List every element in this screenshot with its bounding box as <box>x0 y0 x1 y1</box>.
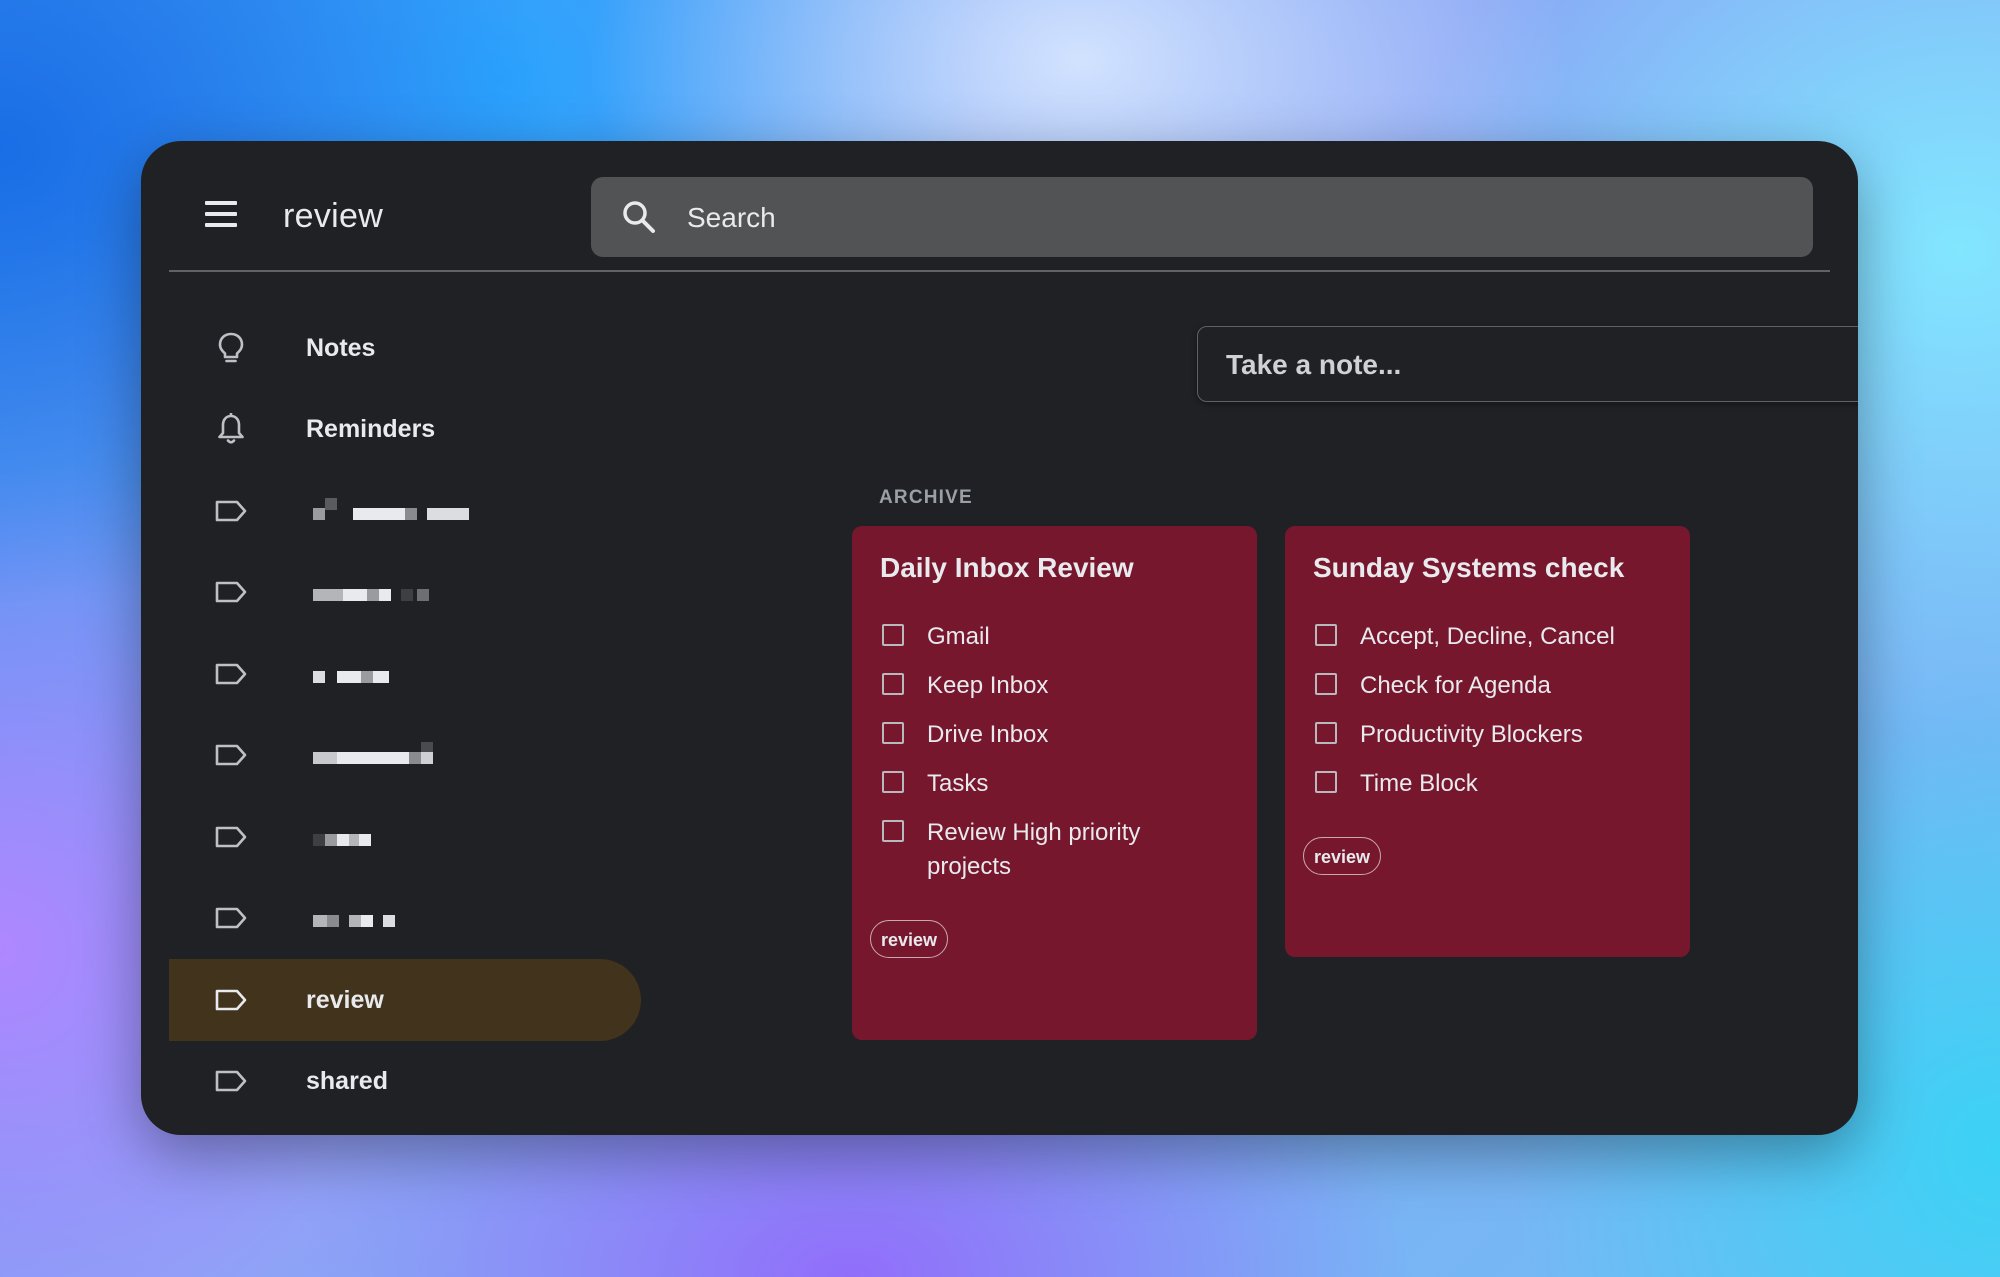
sidebar-item-label-redacted[interactable] <box>169 633 641 715</box>
sidebar-item-label-redacted[interactable] <box>169 714 641 796</box>
label-icon <box>215 826 247 848</box>
checklist-item-text: Productivity Blockers <box>1360 721 1583 748</box>
label-icon <box>215 989 247 1011</box>
checkbox[interactable] <box>882 673 904 695</box>
sidebar-item-label-redacted[interactable] <box>169 877 641 959</box>
checklist-item-text: Check for Agenda <box>1360 672 1551 699</box>
keep-app-window: review Notes Reminders <box>141 141 1858 1135</box>
take-note-input[interactable]: Take a note... <box>1197 326 1858 402</box>
hamburger-menu-icon[interactable] <box>205 201 239 229</box>
checklist-item-text: Accept, Decline, Cancel <box>1360 623 1615 650</box>
sidebar-item-review[interactable]: review <box>169 959 641 1041</box>
lightbulb-icon <box>218 332 244 363</box>
sidebar-item-shared[interactable]: shared <box>169 1040 641 1122</box>
checkbox[interactable] <box>882 771 904 793</box>
section-label-archive: ARCHIVE <box>879 487 973 508</box>
label-icon <box>215 1070 247 1092</box>
label-icon <box>215 581 247 603</box>
sidebar-item-label-redacted[interactable] <box>169 551 641 633</box>
search-bar[interactable] <box>591 177 1813 259</box>
note-card-title: Sunday Systems check <box>1313 552 1625 583</box>
checklist-item-text: Keep Inbox <box>927 672 1049 699</box>
note-card[interactable]: Sunday Systems check Accept, Decline, Ca… <box>1285 526 1690 957</box>
sidebar-item-label: Notes <box>306 334 376 362</box>
checkbox[interactable] <box>1315 722 1337 744</box>
checklist-item-text: Review High priority projects <box>927 819 1141 880</box>
sidebar-item-label-redacted[interactable] <box>169 796 641 878</box>
label-chip[interactable]: review <box>1303 837 1382 875</box>
search-input[interactable] <box>685 177 1789 259</box>
sidebar-item-notes[interactable]: Notes <box>169 307 641 389</box>
sidebar-item-label: review <box>306 986 384 1014</box>
label-chip[interactable]: review <box>870 920 949 958</box>
search-icon[interactable] <box>621 199 657 235</box>
checklist-item-text: Gmail <box>927 623 990 650</box>
checklist-item-text: Drive Inbox <box>927 721 1049 748</box>
checkbox[interactable] <box>882 722 904 744</box>
bell-icon <box>218 413 244 444</box>
top-bar: review <box>141 141 1858 271</box>
checkbox[interactable] <box>882 820 904 842</box>
page-title: review <box>283 197 384 235</box>
header-divider <box>169 270 1830 272</box>
checkbox[interactable] <box>1315 673 1337 695</box>
sidebar-item-label: shared <box>306 1067 388 1095</box>
checklist-item-text: Tasks <box>927 770 989 797</box>
checkbox[interactable] <box>882 624 904 646</box>
note-card[interactable]: Daily Inbox Review Gmail Keep Inbox Driv… <box>852 526 1257 1040</box>
label-icon <box>215 744 247 766</box>
checklist-item-text: Time Block <box>1360 770 1478 797</box>
sidebar-item-label: Reminders <box>306 415 436 443</box>
checkbox[interactable] <box>1315 624 1337 646</box>
checkbox[interactable] <box>1315 771 1337 793</box>
sidebar-item-reminders[interactable]: Reminders <box>169 388 641 470</box>
label-icon <box>215 500 247 522</box>
sidebar-item-label-redacted[interactable] <box>169 470 641 552</box>
note-card-title: Daily Inbox Review <box>880 552 1134 583</box>
take-note-placeholder: Take a note... <box>1226 349 1402 380</box>
label-icon <box>215 663 247 685</box>
label-icon <box>215 907 247 929</box>
